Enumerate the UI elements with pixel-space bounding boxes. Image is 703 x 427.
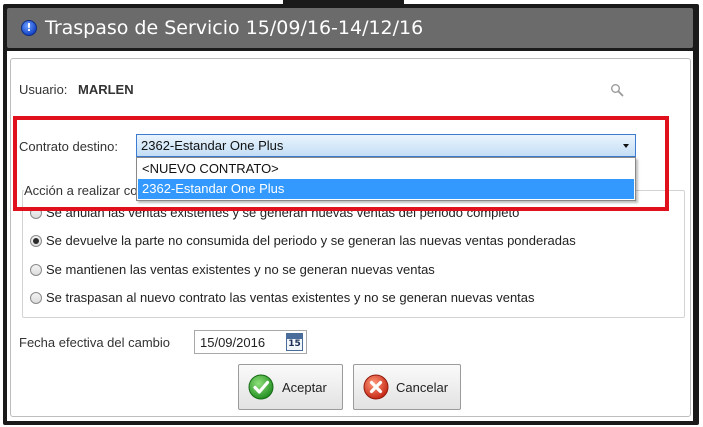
close-icon: [363, 374, 389, 400]
calendar-icon[interactable]: 15: [286, 333, 303, 351]
search-icon[interactable]: [610, 83, 624, 97]
highlight-box: [13, 116, 669, 211]
radio-label: Se devuelve la parte no consumida del pe…: [46, 233, 576, 248]
radio-label: Se mantienen las ventas existentes y no …: [46, 262, 435, 277]
check-icon: [248, 374, 274, 400]
accept-button[interactable]: Aceptar: [238, 364, 343, 410]
radio-button[interactable]: [30, 264, 42, 276]
fecha-label: Fecha efectiva del cambio: [19, 335, 171, 350]
radio-button[interactable]: [30, 292, 42, 304]
accept-button-label: Aceptar: [282, 380, 327, 395]
dialog-content: Usuario: MARLEN Acción a realizar co Se …: [7, 51, 693, 421]
cancel-button[interactable]: Cancelar: [353, 364, 461, 410]
fecha-date-picker[interactable]: 15/09/2016 15: [194, 330, 307, 354]
radio-label: Se traspasan al nuevo contrato las venta…: [46, 290, 535, 305]
info-icon: !: [21, 20, 37, 36]
cancel-button-label: Cancelar: [396, 380, 449, 395]
window-title: Traspaso de Servicio 15/09/16-14/12/16: [45, 17, 424, 39]
title-bar[interactable]: ! Traspaso de Servicio 15/09/16-14/12/16: [7, 8, 693, 48]
usuario-value: MARLEN: [78, 82, 134, 97]
usuario-label: Usuario:: [19, 82, 68, 97]
radio-button-checked[interactable]: [30, 235, 42, 247]
fecha-value: 15/09/2016: [200, 335, 266, 350]
